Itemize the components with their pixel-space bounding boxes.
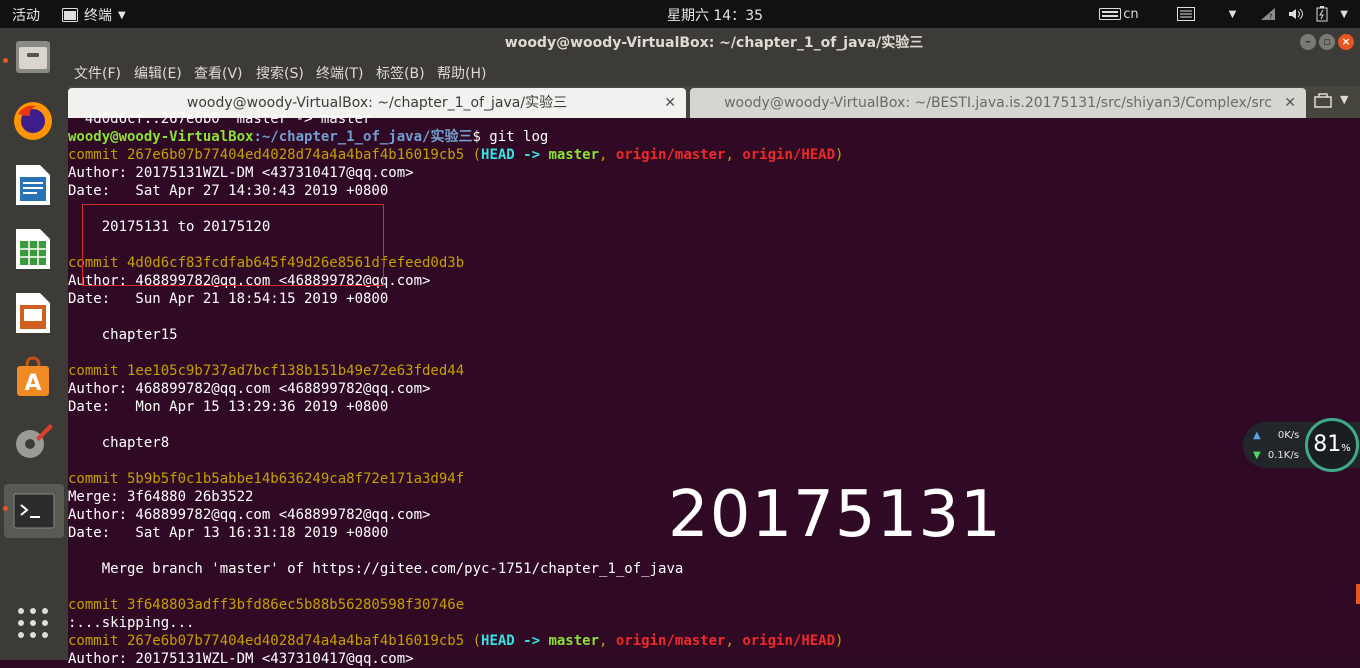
window-titlebar[interactable]: woody@woody-VirtualBox: ~/chapter_1_of_j… bbox=[68, 28, 1360, 58]
prompt-command: $ git log bbox=[472, 129, 549, 145]
input-method-indicator[interactable]: cn bbox=[1099, 4, 1139, 24]
window-controls: – ▫ × bbox=[1300, 34, 1354, 50]
terminal-dock-icon[interactable] bbox=[4, 484, 64, 538]
terminal-line: 4d0d6cf..267e6b0 master -> master bbox=[68, 111, 372, 127]
launcher-dock: A bbox=[0, 28, 68, 660]
tab-label: woody@woody-VirtualBox: ~/chapter_1_of_j… bbox=[186, 95, 568, 111]
svg-text:?: ? bbox=[1269, 13, 1273, 21]
close-icon[interactable]: ✕ bbox=[664, 88, 676, 118]
power-menu-chevron-icon[interactable]: ▼ bbox=[1340, 4, 1348, 24]
author-line: Author: 20175131WZL-DM <437310417@qq.com… bbox=[68, 651, 414, 667]
author-line: Author: 468899782@qq.com <468899782@qq.c… bbox=[68, 507, 431, 523]
input-method-label: cn bbox=[1123, 6, 1139, 22]
terminal-scrollbar[interactable] bbox=[1306, 118, 1360, 660]
tab-other[interactable]: woody@woody-VirtualBox: ~/BESTI.java.is.… bbox=[690, 88, 1306, 118]
ref-master: master bbox=[548, 147, 600, 163]
commit-message: chapter15 bbox=[68, 327, 178, 343]
commit-hash: commit 5b9b5f0c1b5abbe14b636249ca8f72e17… bbox=[68, 471, 465, 487]
date-line: Date: Mon Apr 15 13:29:36 2019 +0800 bbox=[68, 399, 389, 415]
tab-label: woody@woody-VirtualBox: ~/BESTI.java.is.… bbox=[724, 95, 1272, 111]
prompt-path: :~/chapter_1_of_java/实验三 bbox=[253, 129, 473, 145]
network-speed-widget[interactable]: ▲ 0K/s ▼ 0.1K/s 81% bbox=[1243, 418, 1360, 472]
commit-line: commit 267e6b07b77404ed4028d74a4a4baf4b1… bbox=[68, 147, 844, 163]
upload-speed: ▲ 0K/s bbox=[1253, 430, 1300, 441]
show-applications-icon[interactable] bbox=[10, 600, 56, 646]
volume-icon[interactable] bbox=[1288, 4, 1304, 24]
commit-hash: commit 3f648803adff3bfd86ec5b88b56280598… bbox=[68, 597, 465, 613]
arrow-down-icon: ▼ bbox=[1253, 450, 1261, 461]
author-line: Author: 468899782@qq.com <468899782@qq.c… bbox=[68, 381, 431, 397]
terminal-output[interactable]: 4d0d6cf..267e6b0 master -> master woody@… bbox=[68, 111, 1306, 667]
commit-message: chapter8 bbox=[68, 435, 170, 451]
ref-origin-master: origin/master bbox=[615, 633, 726, 649]
running-indicator bbox=[3, 506, 8, 511]
new-tab-icon[interactable] bbox=[1314, 92, 1332, 114]
close-icon[interactable]: × bbox=[1338, 34, 1354, 50]
prompt-user: woody@woody-VirtualBox bbox=[68, 129, 254, 145]
battery-icon[interactable] bbox=[1316, 4, 1328, 24]
firefox-icon[interactable] bbox=[10, 98, 56, 144]
commit-line: commit 267e6b07b77404ed4028d74a4a4baf4b1… bbox=[68, 633, 844, 649]
running-indicator bbox=[3, 58, 8, 63]
system-tray: cn ▼ ? ▼ bbox=[1099, 4, 1360, 24]
arrow-up-icon: ▲ bbox=[1253, 430, 1261, 441]
software-center-icon[interactable]: A bbox=[10, 354, 56, 400]
prompt-line: woody@woody-VirtualBox:~/chapter_1_of_ja… bbox=[68, 128, 548, 146]
ref-origin-head: origin/HEAD bbox=[742, 633, 836, 649]
download-speed: ▼ 0.1K/s bbox=[1253, 450, 1299, 461]
menu-search[interactable]: 搜索(S) bbox=[256, 63, 304, 83]
system-settings-icon[interactable] bbox=[10, 418, 56, 464]
menu-file[interactable]: 文件(F) bbox=[74, 63, 121, 83]
menu-help[interactable]: 帮助(H) bbox=[437, 63, 486, 83]
keyboard-icon bbox=[1099, 8, 1122, 20]
calculator-icon[interactable] bbox=[1176, 4, 1195, 24]
tabs-menu-chevron-icon[interactable]: ▼ bbox=[1340, 93, 1348, 106]
top-panel: 活动 终端 ▼ 星期六 14：35 cn ▼ ? ▼ bbox=[0, 0, 1360, 28]
ref-master: master bbox=[548, 633, 600, 649]
date-line: Date: Sat Apr 13 16:31:18 2019 +0800 bbox=[68, 525, 389, 541]
pager-status: :...skipping... bbox=[68, 615, 195, 631]
maximize-icon[interactable]: ▫ bbox=[1319, 34, 1335, 50]
writer-icon[interactable] bbox=[10, 162, 56, 208]
scrollbar-thumb[interactable] bbox=[1356, 584, 1360, 604]
minimize-icon[interactable]: – bbox=[1300, 34, 1316, 50]
menu-tabs[interactable]: 标签(B) bbox=[376, 63, 425, 83]
calc-spreadsheet-icon[interactable] bbox=[10, 226, 56, 272]
watermark-student-id: 20175131 bbox=[668, 478, 1002, 552]
chevron-down-icon[interactable]: ▼ bbox=[1229, 4, 1237, 24]
commit-hash: commit 267e6b07b77404ed4028d74a4a4baf4b1… bbox=[68, 633, 465, 649]
svg-text:A: A bbox=[24, 371, 41, 396]
commit-hash: commit 1ee105c9b737ad7bcf138b151b49e72e6… bbox=[68, 363, 465, 379]
author-line: Author: 20175131WZL-DM <437310417@qq.com… bbox=[68, 165, 414, 181]
merge-line: Merge: 3f64880 26b3522 bbox=[68, 489, 254, 505]
window-title: woody@woody-VirtualBox: ~/chapter_1_of_j… bbox=[504, 35, 924, 51]
menu-bar: 文件(F) 编辑(E) 查看(V) 搜索(S) 终端(T) 标签(B) 帮助(H… bbox=[68, 58, 1360, 86]
files-app-icon[interactable] bbox=[10, 34, 56, 80]
date-line: Date: Sun Apr 21 18:54:15 2019 +0800 bbox=[68, 291, 389, 307]
menu-view[interactable]: 查看(V) bbox=[194, 63, 243, 83]
commit-message: Merge branch 'master' of https://gitee.c… bbox=[68, 561, 684, 577]
close-icon[interactable]: ✕ bbox=[1284, 88, 1296, 118]
commit-hash: commit 267e6b07b77404ed4028d74a4a4baf4b1… bbox=[68, 147, 465, 163]
ref-origin-master: origin/master bbox=[615, 147, 726, 163]
date-line: Date: Sat Apr 27 14:30:43 2019 +0800 bbox=[68, 183, 389, 199]
memory-usage-gauge: 81% bbox=[1305, 418, 1359, 472]
terminal-window: woody@woody-VirtualBox: ~/chapter_1_of_j… bbox=[68, 28, 1360, 667]
impress-icon[interactable] bbox=[10, 290, 56, 336]
ref-origin-head: origin/HEAD bbox=[742, 147, 836, 163]
ref-head: HEAD -> bbox=[481, 147, 549, 163]
menu-edit[interactable]: 编辑(E) bbox=[134, 63, 182, 83]
network-icon[interactable]: ? bbox=[1260, 4, 1276, 24]
menu-terminal[interactable]: 终端(T) bbox=[316, 63, 363, 83]
ref-head: HEAD -> bbox=[481, 633, 549, 649]
annotation-highlight-box bbox=[82, 204, 384, 286]
